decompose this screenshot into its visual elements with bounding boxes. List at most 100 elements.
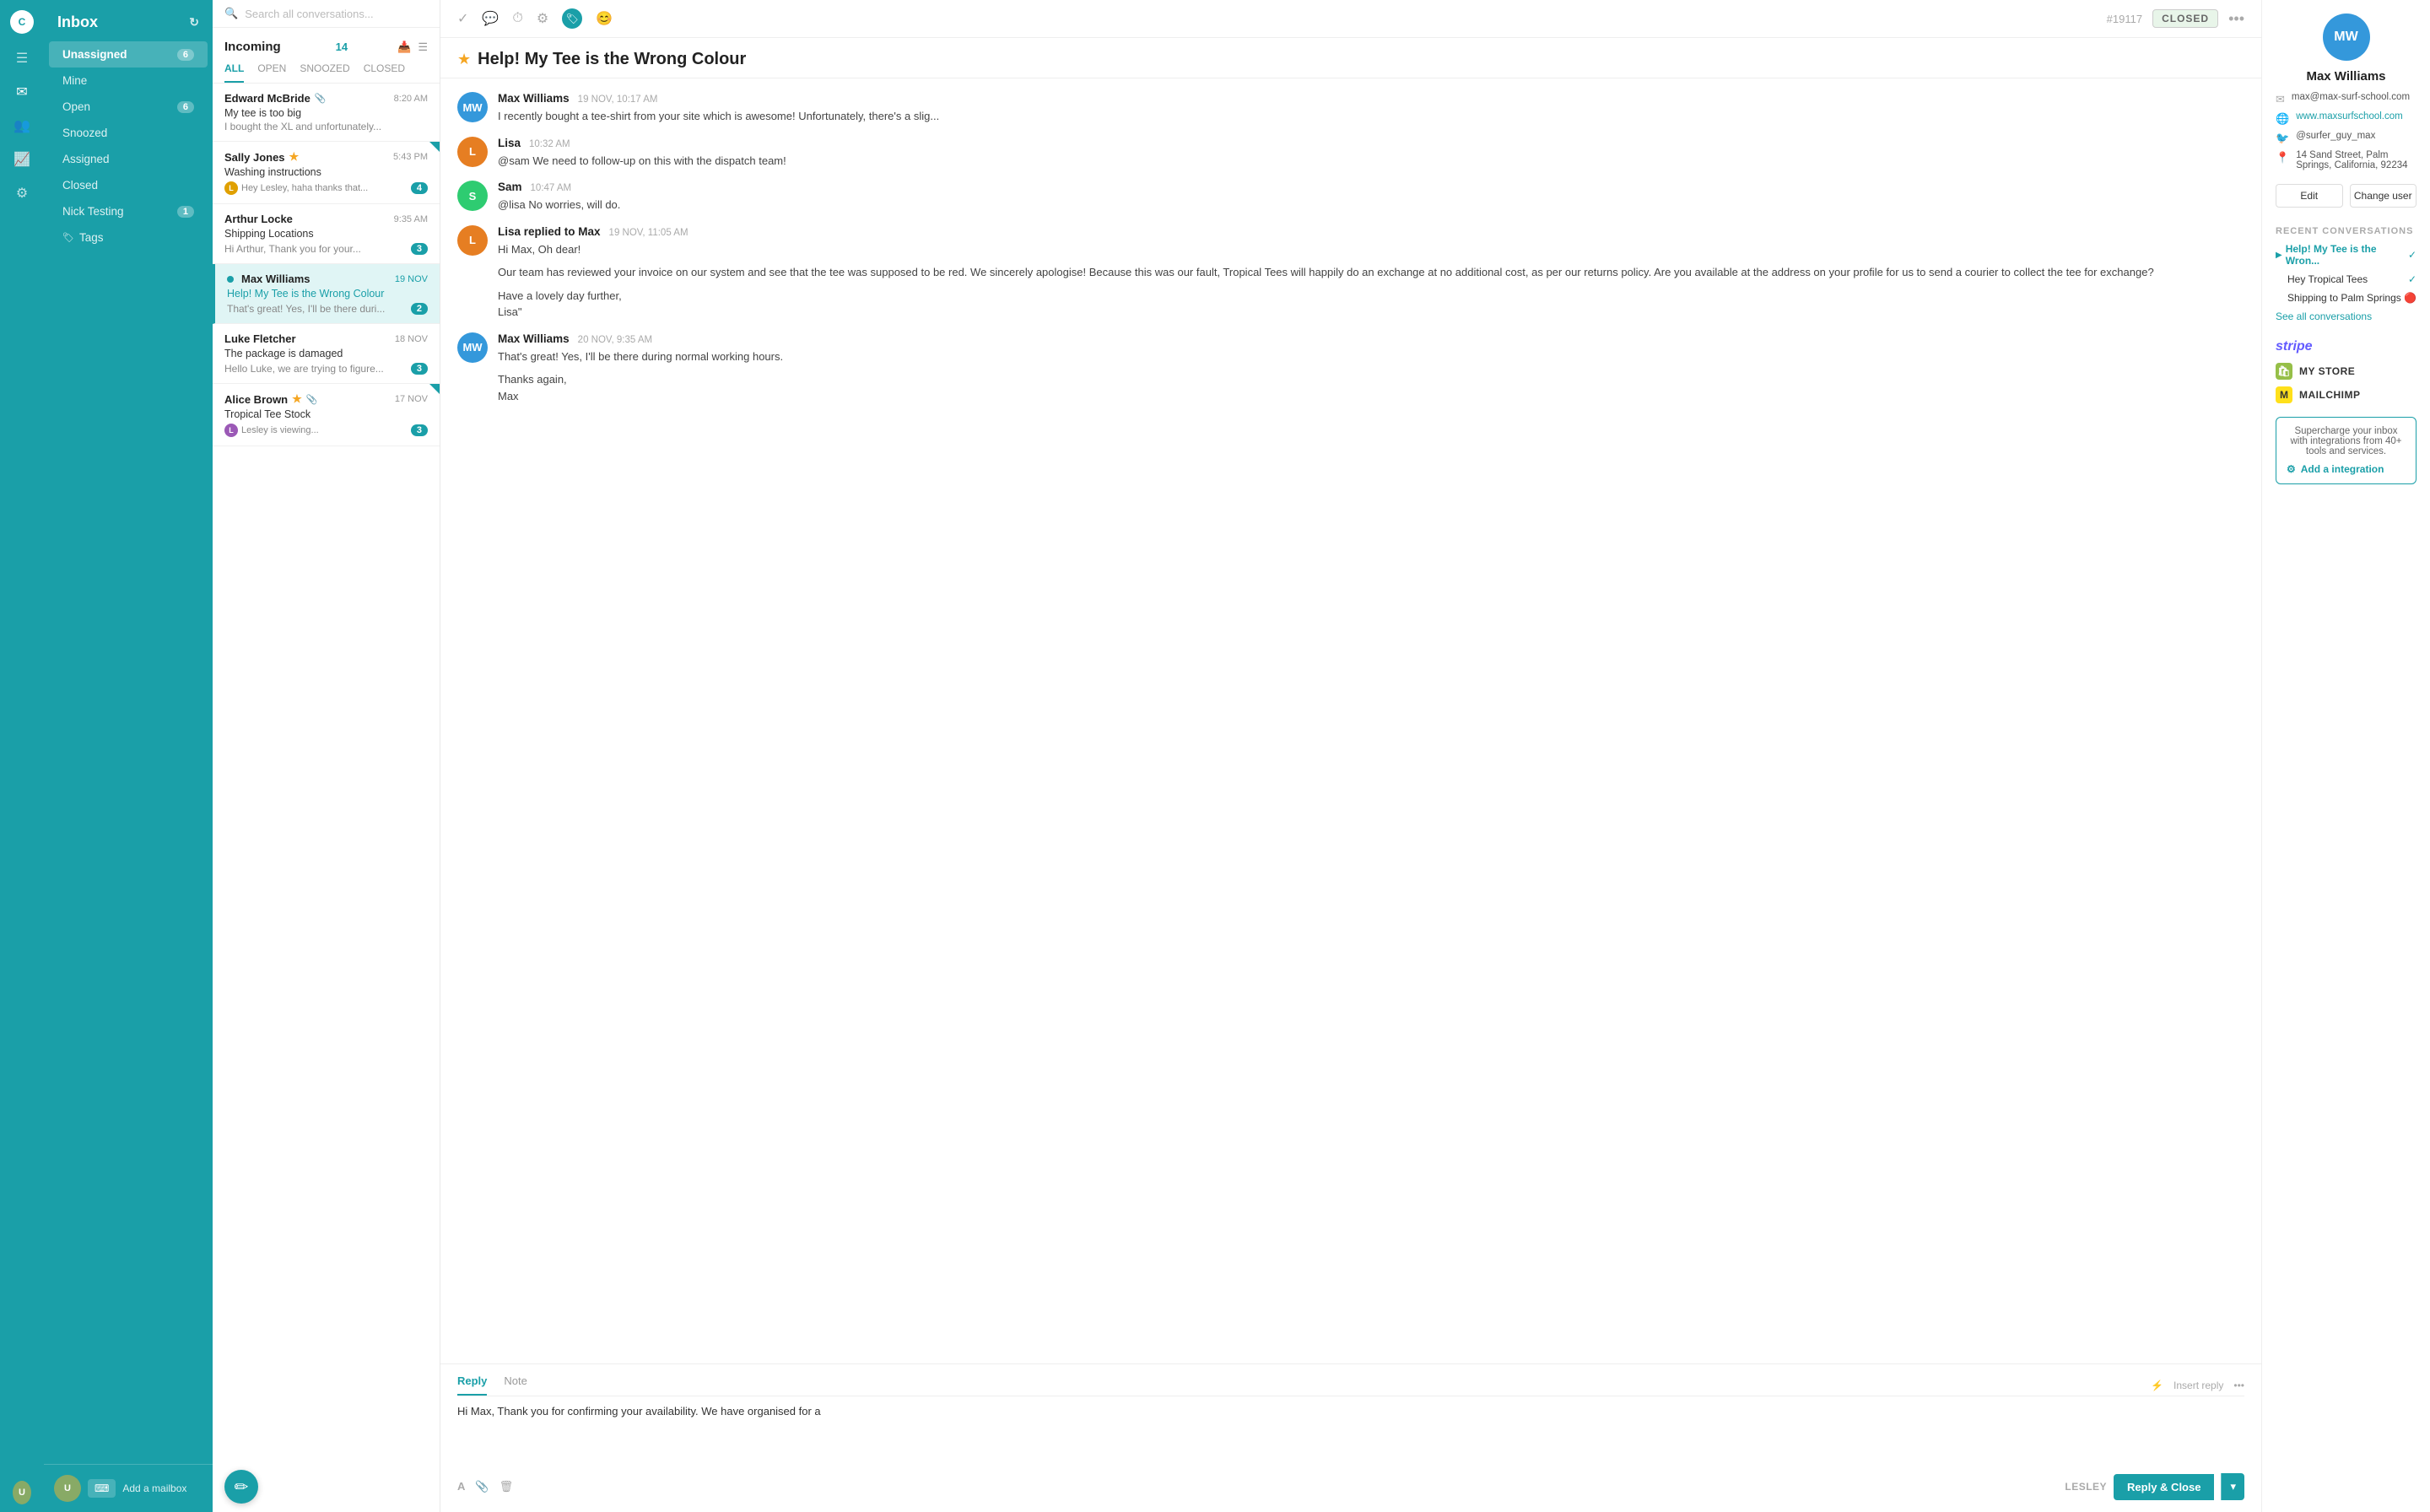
list-item[interactable]: Max Williams 19 NOV Help! My Tee is the … (213, 264, 440, 324)
reply-close-dropdown[interactable]: ▾ (2221, 1473, 2244, 1500)
more-options-icon[interactable]: ••• (2233, 1380, 2244, 1391)
list-item[interactable]: Luke Fletcher 18 NOV The package is dama… (213, 324, 440, 384)
list-item[interactable]: Sally Jones ★ 5:43 PM Washing instructio… (213, 142, 440, 204)
recent-conv-item[interactable]: Shipping to Palm Springs 🔴 (2276, 292, 2416, 304)
filter-icon[interactable]: ☰ (418, 40, 428, 54)
search-bar[interactable]: 🔍 Search all conversations... (213, 0, 440, 28)
emoji-icon[interactable]: 😊 (596, 10, 613, 27)
message-time: 19 NOV, 11:05 AM (609, 228, 688, 238)
location-icon: 📍 (2276, 151, 2289, 165)
trash-icon[interactable]: 🗑 (500, 1480, 514, 1493)
tab-open[interactable]: OPEN (257, 62, 286, 83)
recent-conv-item[interactable]: Hey Tropical Tees ✓ (2276, 273, 2416, 285)
conversation-id: #19117 (2107, 13, 2142, 25)
add-integration-button[interactable]: ⚙ Add a integration (2287, 463, 2384, 475)
user-twitter-row: 🐦 @surfer_guy_max (2276, 131, 2416, 145)
list-item[interactable]: Arthur Locke 9:35 AM Shipping Locations … (213, 204, 440, 264)
refresh-icon[interactable]: ↻ (189, 15, 199, 30)
nav-inbox-icon[interactable]: ✉ (13, 83, 31, 101)
alert-icon: 🔴 (2404, 292, 2416, 304)
sidebar-item-assigned[interactable]: Assigned (49, 146, 208, 172)
sidebar-item-label: Open (62, 100, 90, 113)
messages-area: MW Max Williams 19 NOV, 10:17 AM I recen… (440, 78, 2261, 1364)
sidebar-item-label: Tags (79, 231, 104, 244)
archive-icon[interactable]: 📥 (397, 40, 411, 54)
star-icon[interactable]: ★ (457, 51, 471, 68)
sidebar-item-open[interactable]: Open 6 (49, 94, 208, 120)
conv-badge: 3 (411, 243, 428, 255)
sidebar-item-mine[interactable]: Mine (49, 68, 208, 94)
reply-close-button[interactable]: Reply & Close (2114, 1474, 2214, 1500)
message-header: Max Williams 19 NOV, 10:17 AM (498, 92, 2244, 105)
conv-subject: Tropical Tee Stock (224, 408, 428, 420)
bold-icon[interactable]: A (457, 1480, 465, 1493)
sidebar-item-closed[interactable]: Closed (49, 172, 208, 198)
viewing-badge: L Hey Lesley, haha thanks that... (224, 181, 368, 195)
check-icon: ✓ (2408, 249, 2416, 261)
nav-menu-icon[interactable]: ☰ (13, 49, 31, 68)
add-mailbox-button[interactable]: Add a mailbox (122, 1482, 186, 1494)
speech-icon[interactable]: 💬 (482, 10, 499, 27)
tab-closed[interactable]: CLOSED (364, 62, 405, 83)
change-user-button[interactable]: Change user (2350, 184, 2417, 208)
recent-conv-item[interactable]: ▶ Help! My Tee is the Wron... ✓ (2276, 243, 2416, 267)
tab-snoozed[interactable]: SNOOZED (300, 62, 349, 83)
tab-reply[interactable]: Reply (457, 1374, 487, 1396)
tag-active-icon[interactable]: 🏷 (562, 8, 582, 29)
attachment-icon[interactable]: 📎 (475, 1480, 489, 1493)
insert-reply-label[interactable]: Insert reply (2174, 1380, 2223, 1391)
user-website-row: 🌐 www.maxsurfschool.com (2276, 111, 2416, 126)
see-all-conversations[interactable]: See all conversations (2276, 310, 2416, 322)
keyboard-icon-btn[interactable]: ⌨ (88, 1479, 116, 1498)
checkmark-icon[interactable]: ✓ (457, 10, 468, 27)
message-body: Max Williams 20 NOV, 9:35 AM That's grea… (498, 332, 2244, 405)
sidebar-item-tags[interactable]: 🏷 Tags (49, 224, 208, 251)
nav-contacts-icon[interactable]: 👥 (13, 116, 31, 135)
nav-reports-icon[interactable]: 📈 (13, 150, 31, 169)
conv-badge: 3 (411, 424, 428, 436)
compose-button[interactable]: ✏ (224, 1470, 258, 1504)
list-count: 14 (336, 40, 348, 53)
avatar: MW (457, 92, 488, 122)
list-item[interactable]: Edward McBride 📎 8:20 AM My tee is too b… (213, 84, 440, 142)
conv-sender-name: Max Williams (227, 273, 310, 285)
nav-settings-icon[interactable]: ⚙ (13, 184, 31, 202)
sidebar-item-snoozed[interactable]: Snoozed (49, 120, 208, 146)
reply-input[interactable]: Hi Max, Thank you for confirming your av… (457, 1403, 2244, 1462)
conv-item-top: Max Williams 19 NOV (227, 273, 428, 285)
edit-button[interactable]: Edit (2276, 184, 2343, 208)
tab-note[interactable]: Note (504, 1374, 526, 1396)
sidebar-item-nick-testing[interactable]: Nick Testing 1 (49, 198, 208, 224)
list-item[interactable]: Alice Brown ★ 📎 17 NOV Tropical Tee Stoc… (213, 384, 440, 446)
message-group: MW Max Williams 20 NOV, 9:35 AM That's g… (457, 332, 2244, 405)
tab-all[interactable]: ALL (224, 62, 244, 83)
user-email-row: ✉ max@max-surf-school.com (2276, 92, 2416, 106)
shopify-icon: 🛍 (2276, 363, 2292, 380)
more-options-button[interactable]: ••• (2228, 10, 2244, 28)
globe-icon: 🌐 (2276, 112, 2289, 126)
conv-item-bottom: Hi Arthur, Thank you for your... 3 (224, 243, 428, 255)
main-content: ✓ 💬 ⏱ ⚙ 🏷 😊 #19117 CLOSED ••• ★ Help! My… (440, 0, 2261, 1512)
message-header: Max Williams 20 NOV, 9:35 AM (498, 332, 2244, 345)
avatar: S (457, 181, 488, 211)
sidebar-item-unassigned[interactable]: Unassigned 6 (49, 41, 208, 68)
message-time: 19 NOV, 10:17 AM (578, 94, 658, 105)
conv-sender-name: Sally Jones ★ (224, 150, 299, 164)
sidebar-item-label: Unassigned (62, 48, 127, 61)
conv-sender-name: Luke Fletcher (224, 332, 296, 345)
user-website[interactable]: www.maxsurfschool.com (2296, 111, 2403, 122)
sidebar-item-label: Nick Testing (62, 205, 124, 218)
recent-conv-text: Help! My Tee is the Wron... (2286, 243, 2408, 267)
user-avatar: MW (2323, 14, 2370, 61)
conv-badge: 2 (411, 303, 428, 315)
settings-icon[interactable]: ⚙ (537, 10, 548, 27)
conv-preview: Hello Luke, we are trying to figure... (224, 363, 384, 375)
clock-icon[interactable]: ⏱ (512, 11, 522, 26)
chat-header-right: #19117 CLOSED ••• (2107, 9, 2244, 28)
nav-avatar-icon[interactable]: U (13, 1483, 31, 1502)
add-integration-label: Add a integration (2301, 463, 2384, 475)
conv-item-bottom: That's great! Yes, I'll be there duri...… (227, 303, 428, 315)
sidebar-title: Inbox (57, 14, 98, 31)
tag-icon: 🏷 (62, 232, 74, 243)
message-sender: Sam (498, 181, 522, 193)
